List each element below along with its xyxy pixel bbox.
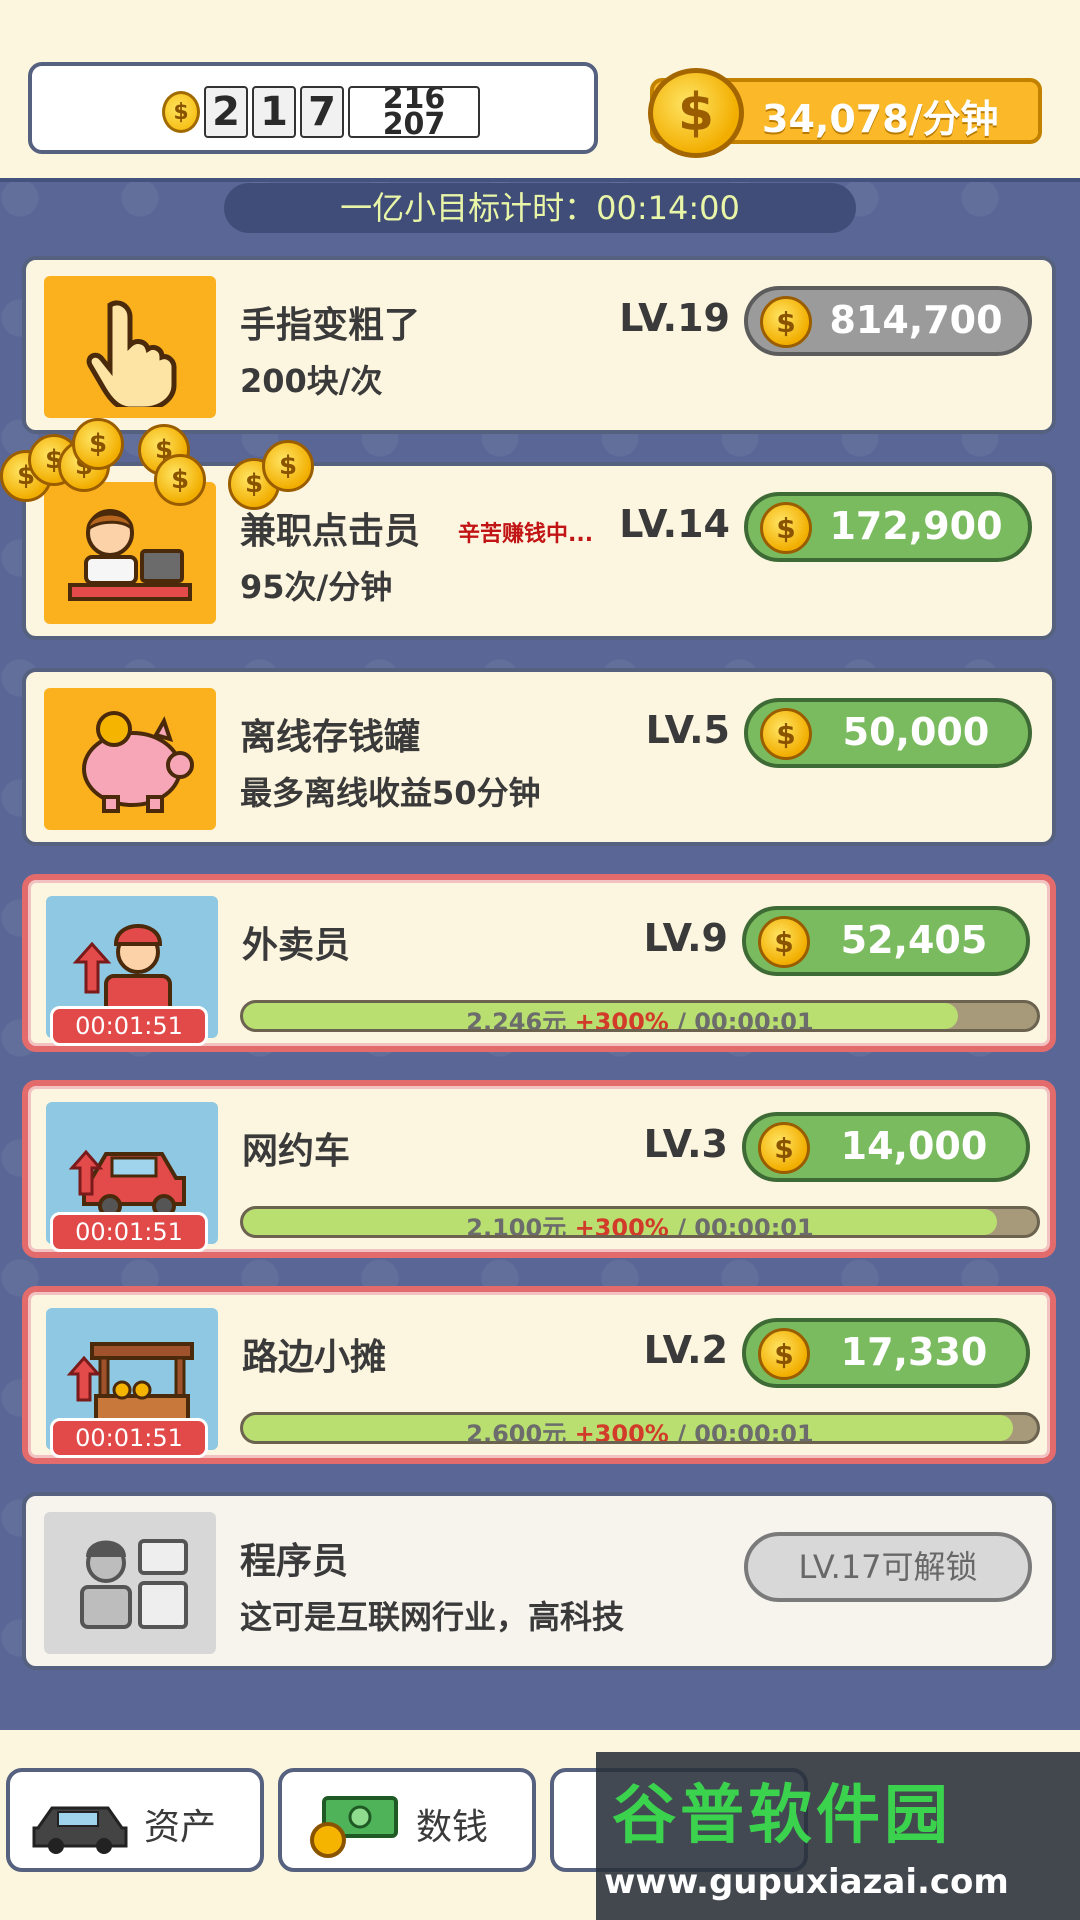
card-title: 离线存钱罐 (240, 717, 421, 758)
counter-digit: 1 (252, 86, 296, 138)
buy-button[interactable]: $ 172,900 (744, 492, 1032, 562)
card-level: LV.3 (643, 1122, 728, 1166)
business-card-delivery: 00:01:51 外卖员 LV.9 $ 52,405 2,246元 +300% … (22, 874, 1056, 1052)
card-title: 网约车 (242, 1131, 351, 1172)
buy-button-disabled[interactable]: $ 814,700 (744, 286, 1032, 356)
goal-timer: 一亿小目标计时：00:14:00 (224, 183, 856, 233)
flying-coin-icon: $ (154, 454, 206, 506)
cycle-time: / 00:00:01 (677, 1008, 814, 1032)
counter-digit: 2 (204, 86, 248, 138)
price-label: 172,900 (829, 504, 1003, 548)
card-level: LV.5 (645, 708, 730, 752)
flying-coin-icon: $ (262, 440, 314, 492)
card-title: 外卖员 (242, 925, 351, 966)
top-bar: $ 2 1 7 216 207 $ 34,078/分钟 (0, 0, 1080, 182)
rolling-digits-bottom: 207 (382, 107, 446, 138)
watermark-url: www.gupuxiazai.com (604, 1862, 1009, 1902)
card-title: 兼职点击员 (240, 511, 421, 552)
coin-icon: $ (162, 91, 200, 133)
programmer-icon (44, 1512, 216, 1654)
card-level: LV.14 (619, 502, 730, 546)
coin-icon: $ (758, 1122, 810, 1174)
pointing-hand-icon (44, 276, 216, 418)
locked-card-programmer: 程序员 这可是互联网行业，高科技 LV.17可解锁 (22, 1492, 1056, 1670)
counter-digit: 7 (300, 86, 344, 138)
card-subtitle: 200块/次 (240, 362, 383, 400)
price-label: 17,330 (840, 1330, 988, 1374)
business-card-rideshare: 00:01:51 网约车 LV.3 $ 14,000 2,100元 +300% … (22, 1080, 1056, 1258)
buy-button[interactable]: $ 14,000 (742, 1112, 1030, 1182)
progress-text: 2,100元 +300% / 00:00:01 (243, 1209, 1037, 1238)
coin-icon: $ (758, 1328, 810, 1380)
piggy-bank-icon (44, 688, 216, 830)
unlock-requirement: LV.17可解锁 (744, 1532, 1032, 1602)
business-card-stall: 00:01:51 路边小摊 LV.2 $ 17,330 2,600元 +300%… (22, 1286, 1056, 1464)
progress-text: 2,600元 +300% / 00:00:01 (243, 1415, 1037, 1444)
card-level: LV.2 (643, 1328, 728, 1372)
income-value: 2,600元 (466, 1420, 567, 1444)
card-title: 手指变粗了 (240, 305, 421, 346)
income-progress-bar: 2,246元 +300% / 00:00:01 (240, 1000, 1040, 1032)
nav-label: 资产 (144, 1807, 217, 1848)
boost-value: +300% (574, 1008, 669, 1032)
income-rate: 34,078/分钟 (762, 97, 999, 141)
car-icon (32, 1806, 128, 1854)
income-value: 2,246元 (466, 1008, 567, 1032)
coin-icon: $ (760, 502, 812, 554)
flying-coin-icon: $ (72, 418, 124, 470)
income-progress-bar: 2,600元 +300% / 00:00:01 (240, 1412, 1040, 1444)
card-level: LV.19 (619, 296, 730, 340)
cycle-time: / 00:00:01 (677, 1420, 814, 1444)
upgrade-card-finger: 手指变粗了 200块/次 LV.19 $ 814,700 (22, 256, 1056, 434)
nav-label: 数钱 (416, 1807, 489, 1848)
price-label: 14,000 (840, 1124, 988, 1168)
price-label: 814,700 (829, 298, 1003, 342)
cycle-timer: 00:01:51 (50, 1212, 208, 1252)
price-label: 52,405 (840, 918, 988, 962)
buy-button[interactable]: $ 52,405 (742, 906, 1030, 976)
card-subtitle: 最多离线收益50分钟 (240, 774, 541, 812)
buy-button[interactable]: $ 17,330 (742, 1318, 1030, 1388)
card-subtitle: 这可是互联网行业，高科技 (240, 1598, 625, 1636)
working-status: 辛苦赚钱中... (458, 522, 594, 547)
coin-icon: $ (758, 916, 810, 968)
cycle-timer: 00:01:51 (50, 1418, 208, 1458)
rolling-digits: 216 207 (348, 86, 480, 138)
money-counter: $ 2 1 7 216 207 (28, 62, 598, 154)
boost-value: +300% (574, 1420, 669, 1444)
card-title: 程序员 (240, 1541, 349, 1582)
progress-text: 2,246元 +300% / 00:00:01 (243, 1003, 1037, 1032)
cycle-time: / 00:00:01 (677, 1214, 814, 1238)
upgrade-card-piggy: 离线存钱罐 最多离线收益50分钟 LV.5 $ 50,000 (22, 668, 1056, 846)
price-label: 50,000 (842, 710, 990, 754)
card-subtitle: 95次/分钟 (240, 568, 393, 606)
buy-button[interactable]: $ 50,000 (744, 698, 1032, 768)
cycle-timer: 00:01:51 (50, 1006, 208, 1046)
nav-count-money-button[interactable]: 数钱 (278, 1768, 536, 1872)
watermark-title: 谷普软件园 (612, 1779, 952, 1853)
coin-icon: $ (760, 708, 812, 760)
nav-assets-button[interactable]: 资产 (6, 1768, 264, 1872)
income-value: 2,100元 (466, 1214, 567, 1238)
dollar-coin-icon: $ (648, 68, 744, 158)
cash-icon (310, 1796, 398, 1858)
income-progress-bar: 2,100元 +300% / 00:00:01 (240, 1206, 1040, 1238)
coin-icon: $ (760, 296, 812, 348)
boost-value: +300% (574, 1214, 669, 1238)
card-title: 路边小摊 (242, 1337, 387, 1378)
card-level: LV.9 (643, 916, 728, 960)
